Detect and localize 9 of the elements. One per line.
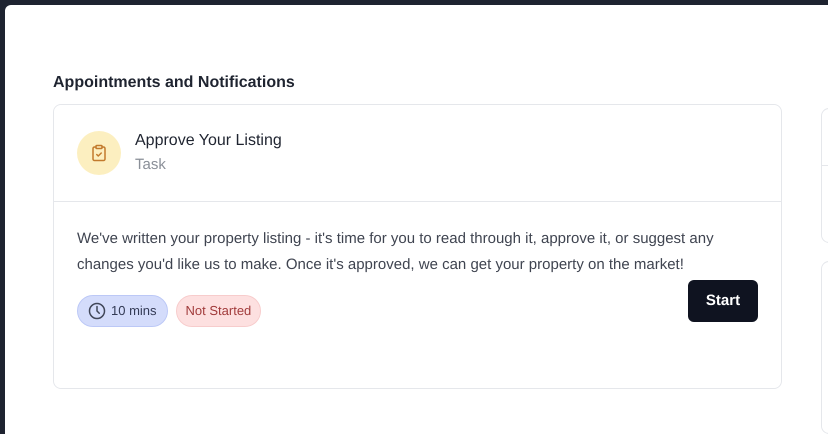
- duration-text: 10 mins: [111, 302, 157, 320]
- start-button[interactable]: Start: [688, 280, 758, 322]
- task-description: We've written your property listing - it's time for you to read through it, approve it, or suggest any changes you'd like us to make. Once it's approved, we can get your property on the market!: [77, 229, 715, 275]
- status-badge: Not Started: [176, 295, 262, 327]
- section-title: Appointments and Notifications: [53, 73, 296, 93]
- clock-icon: [88, 302, 106, 320]
- clipboard-icon: [77, 131, 121, 175]
- task-title: Approve Your Listing: [135, 131, 282, 151]
- task-type: Task: [135, 155, 167, 175]
